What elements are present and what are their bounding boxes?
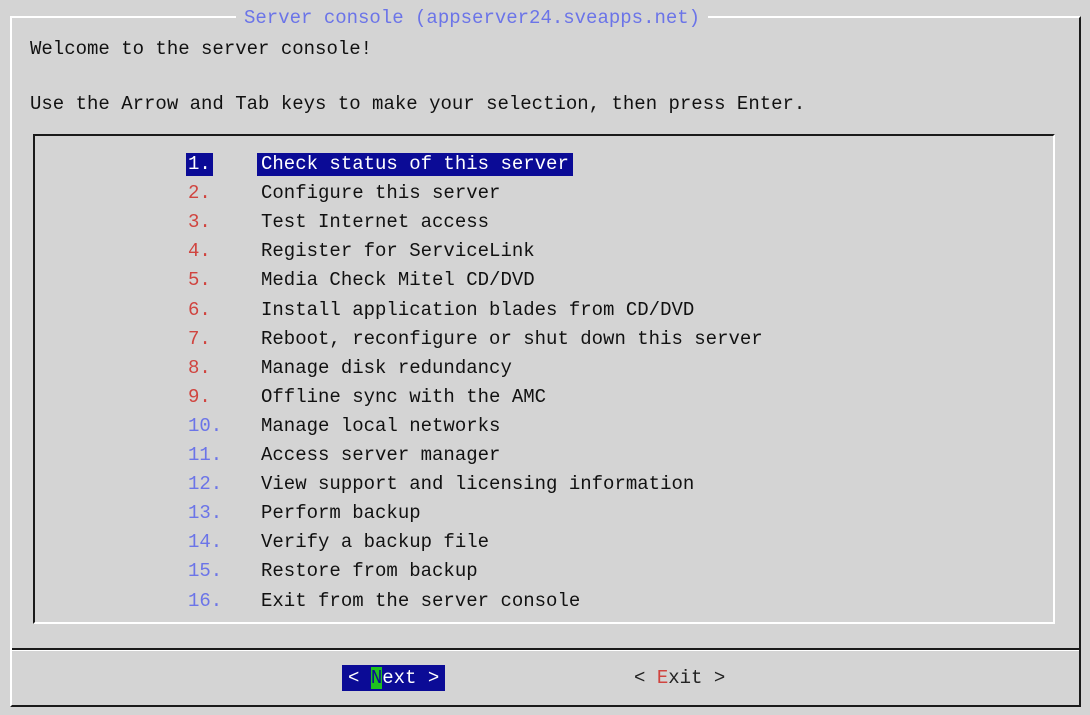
menu-item-number: 12. <box>188 473 223 496</box>
menu-item-label: Install application blades from CD/DVD <box>261 298 695 321</box>
menu-item-9[interactable]: 9. Offline sync with the AMC <box>35 383 1045 412</box>
menu-item-number: 5. <box>188 269 211 292</box>
next-hotkey: N <box>370 667 383 689</box>
menu-item-label: Manage local networks <box>261 414 501 437</box>
menu-item-label: Verify a backup file <box>261 531 490 554</box>
menu-item-label: Reboot, reconfigure or shut down this se… <box>261 327 763 350</box>
dialog-title: Server console (appserver24.sveapps.net) <box>236 7 709 29</box>
menu-item-label: View support and licensing information <box>261 473 695 496</box>
exit-close-bracket: > <box>702 667 726 689</box>
next-close-bracket: > <box>416 667 440 689</box>
menu-item-14[interactable]: 14. Verify a backup file <box>35 528 1045 557</box>
button-separator <box>12 648 1079 651</box>
menu-item-number: 4. <box>188 240 211 263</box>
menu-item-8[interactable]: 8. Manage disk redundancy <box>35 354 1045 383</box>
menu-item-1[interactable]: 1. Check status of this server <box>35 150 1045 179</box>
menu-item-number: 2. <box>188 182 211 205</box>
next-button[interactable]: < Next > <box>342 665 446 691</box>
menu-item-number: 14. <box>188 531 223 554</box>
exit-hotkey: E <box>656 667 669 689</box>
menu-item-number: 15. <box>188 560 223 583</box>
exit-button[interactable]: < Exit > <box>628 665 731 691</box>
welcome-text: Welcome to the server console! <box>30 38 373 60</box>
exit-open-bracket: < <box>634 667 657 689</box>
next-open-bracket: < <box>348 667 371 689</box>
menu-item-label: Offline sync with the AMC <box>261 385 547 408</box>
menu-item-number: 11. <box>188 444 223 466</box>
menu-item-label: Configure this server <box>261 182 501 205</box>
menu-box: 1. Check status of this server 2. Configure… <box>33 134 1055 624</box>
menu-item-label: Register for ServiceLink <box>261 240 535 263</box>
menu-item-15[interactable]: 15. Restore from backup <box>35 557 1045 586</box>
menu-item-7[interactable]: 7. Reboot, reconfigure or shut down this … <box>35 325 1045 354</box>
menu-item-label: Media Check Mitel CD/DVD <box>261 269 535 292</box>
menu-item-13[interactable]: 13. Perform backup <box>35 499 1045 528</box>
menu-item-11[interactable]: 11. Access server manager <box>35 441 1045 470</box>
menu-item-12[interactable]: 12. View support and licensing informatio… <box>35 470 1045 499</box>
menu-item-5[interactable]: 5. Media Check Mitel CD/DVD <box>35 266 1045 295</box>
menu-item-label: Restore from backup <box>261 560 478 583</box>
menu-item-number: 10. <box>188 414 223 437</box>
menu-item-label: Perform backup <box>261 502 421 525</box>
menu-item-10[interactable]: 10. Manage local networks <box>35 412 1045 441</box>
menu-item-16[interactable]: 16. Exit from the server console <box>35 587 1045 616</box>
menu-item-number: 3. <box>188 211 211 234</box>
menu-item-number: 13. <box>188 502 223 525</box>
menu-item-label: Exit from the server console <box>261 589 581 612</box>
next-label-rest: ext <box>382 667 417 689</box>
instructions-text: Use the Arrow and Tab keys to make your … <box>30 93 806 115</box>
menu-item-number: 7. <box>188 327 211 350</box>
menu-item-number: 1. <box>186 153 213 176</box>
menu-item-label: Manage disk redundancy <box>261 356 512 379</box>
menu-item-number: 6. <box>188 298 211 321</box>
menu-item-label: Test Internet access <box>261 211 490 234</box>
exit-label-rest: xit <box>668 667 703 689</box>
menu-item-number: 9. <box>188 385 211 408</box>
menu-item-2[interactable]: 2. Configure this server <box>35 179 1045 208</box>
menu-item-4[interactable]: 4. Register for ServiceLink <box>35 237 1045 266</box>
menu-item-label: Access server manager <box>261 444 501 466</box>
menu-item-6[interactable]: 6. Install application blades from CD/DVD <box>35 296 1045 325</box>
menu-item-number: 8. <box>188 356 211 379</box>
menu-item-number: 16. <box>188 589 223 612</box>
menu-item-3[interactable]: 3. Test Internet access <box>35 208 1045 237</box>
menu-item-label: Check status of this server <box>257 153 573 176</box>
